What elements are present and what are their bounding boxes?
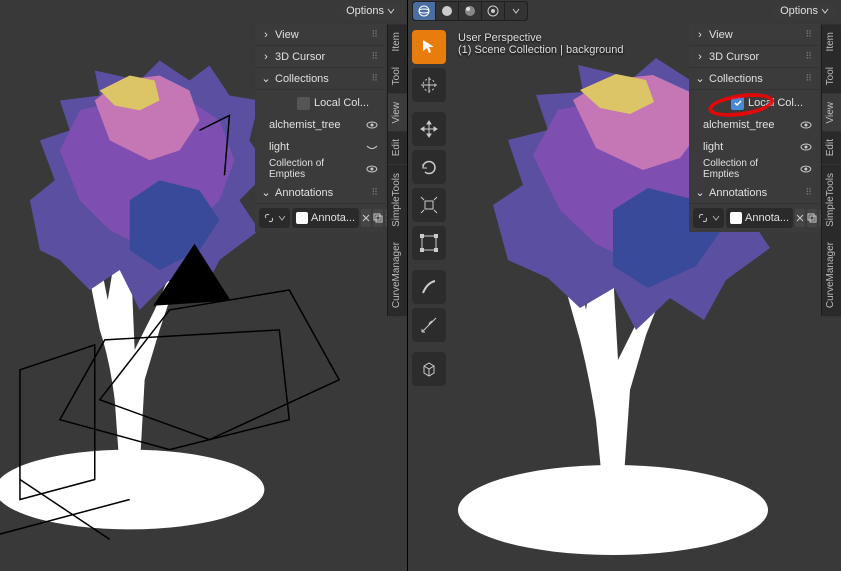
- tab-edit[interactable]: Edit: [387, 131, 407, 164]
- drag-handle-icon: ⠿: [805, 187, 813, 198]
- annotation-link[interactable]: [693, 208, 724, 228]
- eye-icon[interactable]: [799, 118, 813, 132]
- annotation-name[interactable]: Annota...: [292, 208, 359, 228]
- shading-mode-group: [412, 1, 528, 21]
- header-left: Options: [338, 0, 407, 22]
- collection-item[interactable]: alchemist_tree: [703, 116, 813, 134]
- tab-tool[interactable]: Tool: [821, 59, 841, 93]
- shading-solid-button[interactable]: [436, 2, 458, 20]
- local-collections-checkbox[interactable]: [297, 97, 310, 110]
- local-collections-checkbox[interactable]: [731, 97, 744, 110]
- eye-icon[interactable]: [799, 140, 813, 154]
- n-panel-right: › View ⠿ › 3D Cursor ⠿ ⌄ Collections ⠿ L…: [689, 24, 819, 232]
- tab-tool[interactable]: Tool: [387, 59, 407, 93]
- drag-handle-icon: ⠿: [371, 73, 379, 84]
- header-right: Options: [408, 0, 841, 22]
- drag-handle-icon: ⠿: [805, 51, 813, 62]
- chevron-down-icon: [821, 7, 829, 15]
- eye-icon[interactable]: [365, 162, 379, 176]
- eye-closed-icon[interactable]: [365, 140, 379, 154]
- options-button[interactable]: Options: [338, 3, 403, 19]
- chevron-down-icon: ⌄: [695, 186, 705, 199]
- panel-view[interactable]: › View ⠿: [255, 24, 385, 46]
- panel-collections[interactable]: ⌄ Collections ⠿: [255, 68, 385, 90]
- annotation-link[interactable]: [259, 208, 290, 228]
- drag-handle-icon: ⠿: [805, 73, 813, 84]
- new-annotation-button[interactable]: [807, 209, 817, 227]
- chevron-right-icon: ›: [261, 51, 271, 63]
- annotation-name[interactable]: Annota...: [726, 208, 793, 228]
- options-label: Options: [346, 5, 384, 17]
- n-panel-left: › View ⠿ › 3D Cursor ⠿ ⌄ Collections ⠿ L…: [255, 24, 385, 232]
- tab-item[interactable]: Item: [821, 24, 841, 59]
- n-panel-tabs-right: Item Tool View Edit SimpleTools CurveMan…: [821, 24, 841, 317]
- tool-measure[interactable]: [412, 308, 446, 342]
- tab-view[interactable]: View: [821, 94, 841, 132]
- n-panel-tabs-left: Item Tool View Edit SimpleTools CurveMan…: [387, 24, 407, 317]
- tool-add-cube[interactable]: [412, 352, 446, 386]
- viewport-overlay-text: User Perspective (1) Scene Collection | …: [458, 32, 624, 56]
- local-collections-label: Local Col...: [748, 97, 803, 109]
- link-icon: [697, 212, 709, 224]
- chevron-right-icon: ›: [695, 29, 705, 41]
- chevron-down-icon: ⌄: [261, 72, 271, 85]
- chevron-down-icon: [387, 7, 395, 15]
- shading-dropdown[interactable]: [505, 2, 527, 20]
- new-annotation-button[interactable]: [373, 209, 383, 227]
- drag-handle-icon: ⠿: [371, 51, 379, 62]
- eye-icon[interactable]: [799, 162, 813, 176]
- color-swatch[interactable]: [730, 212, 742, 224]
- tab-curvemanager[interactable]: CurveManager: [387, 234, 407, 316]
- toolbar: [412, 30, 446, 386]
- tab-view[interactable]: View: [387, 94, 407, 132]
- chevron-down-icon: ⌄: [261, 186, 271, 199]
- chevron-right-icon: ›: [695, 51, 705, 63]
- tab-edit[interactable]: Edit: [821, 131, 841, 164]
- panel-view[interactable]: › View ⠿: [689, 24, 819, 46]
- fake-user-button[interactable]: [795, 209, 805, 227]
- check-icon: [733, 98, 743, 108]
- shading-wireframe-button[interactable]: [413, 2, 435, 20]
- tab-item[interactable]: Item: [387, 24, 407, 59]
- tool-annotate[interactable]: [412, 270, 446, 304]
- panel-3d-cursor[interactable]: › 3D Cursor ⠿: [255, 46, 385, 68]
- local-collections-label: Local Col...: [314, 97, 369, 109]
- tool-select-box[interactable]: [412, 30, 446, 64]
- panel-annotations[interactable]: ⌄ Annotations ⠿: [255, 182, 385, 204]
- drag-handle-icon: ⠿: [371, 29, 379, 40]
- shading-rendered-button[interactable]: [482, 2, 504, 20]
- collection-item[interactable]: Collection of Empties: [703, 160, 813, 178]
- collection-item[interactable]: light: [703, 138, 813, 156]
- tool-cursor[interactable]: [412, 68, 446, 102]
- options-label: Options: [780, 5, 818, 17]
- chevron-down-icon: ⌄: [695, 72, 705, 85]
- tool-transform[interactable]: [412, 226, 446, 260]
- collection-item[interactable]: alchemist_tree: [269, 116, 379, 134]
- panel-annotations[interactable]: ⌄ Annotations ⠿: [689, 182, 819, 204]
- tab-curvemanager[interactable]: CurveManager: [821, 234, 841, 316]
- drag-handle-icon: ⠿: [805, 29, 813, 40]
- color-swatch[interactable]: [296, 212, 308, 224]
- chevron-right-icon: ›: [261, 29, 271, 41]
- panel-3d-cursor[interactable]: › 3D Cursor ⠿: [689, 46, 819, 68]
- link-icon: [263, 212, 275, 224]
- fake-user-button[interactable]: [361, 209, 371, 227]
- panel-collections[interactable]: ⌄ Collections ⠿: [689, 68, 819, 90]
- eye-icon[interactable]: [365, 118, 379, 132]
- tab-simpletools[interactable]: SimpleTools: [387, 165, 407, 235]
- tool-move[interactable]: [412, 112, 446, 146]
- options-button[interactable]: Options: [772, 3, 837, 19]
- drag-handle-icon: ⠿: [371, 187, 379, 198]
- tab-simpletools[interactable]: SimpleTools: [821, 165, 841, 235]
- collection-item[interactable]: light: [269, 138, 379, 156]
- chevron-down-icon: [278, 214, 286, 222]
- chevron-down-icon: [712, 214, 720, 222]
- tool-rotate[interactable]: [412, 150, 446, 184]
- tool-scale[interactable]: [412, 188, 446, 222]
- collection-item[interactable]: Collection of Empties: [269, 160, 379, 178]
- shading-matcap-button[interactable]: [459, 2, 481, 20]
